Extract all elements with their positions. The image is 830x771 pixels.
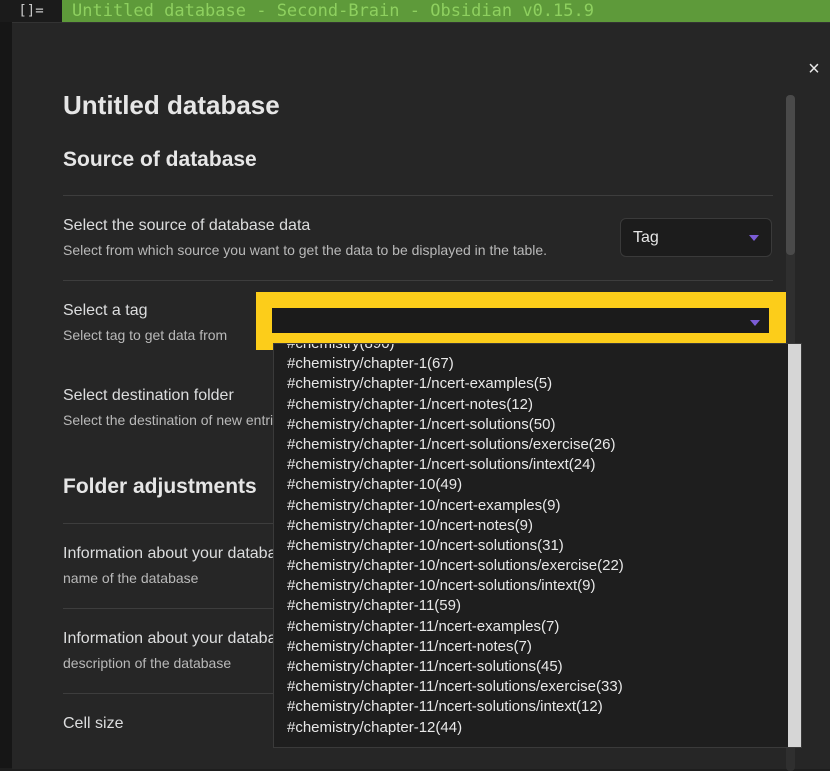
- tag-option[interactable]: #chemistry/chapter-11/ncert-examples(7): [287, 617, 787, 637]
- source-setting-desc: Select from which source you want to get…: [63, 242, 548, 258]
- info-desc-setting-desc: description of the database: [63, 655, 232, 671]
- background-app-strip: [0, 22, 12, 768]
- tag-option[interactable]: #chemistry/chapter-1/ncert-notes(12): [287, 395, 787, 415]
- tag-option[interactable]: #chemistry/chapter-1/ncert-solutions/int…: [287, 455, 787, 475]
- tag-option[interactable]: #chemistry/chapter-1/ncert-examples(5): [287, 374, 787, 394]
- source-select-value: Tag: [633, 229, 659, 246]
- chevron-down-icon: [749, 235, 759, 241]
- tag-option[interactable]: #chemistry/chapter-11(59): [287, 596, 787, 616]
- tag-option[interactable]: #chemistry/chapter-11/ncert-solutions(45…: [287, 657, 787, 677]
- source-section-heading: Source of database: [63, 148, 257, 171]
- tag-select[interactable]: [272, 308, 769, 333]
- tag-dropdown-list[interactable]: #chemistry(890) #chemistry/chapter-1(67)…: [273, 343, 802, 748]
- tag-option[interactable]: #chemistry/chapter-10/ncert-solutions(31…: [287, 536, 787, 556]
- window-title: Untitled database - Second-Brain - Obsid…: [62, 0, 830, 22]
- modal-scrollbar-thumb[interactable]: [786, 95, 795, 255]
- tag-option[interactable]: #chemistry/chapter-10/ncert-notes(9): [287, 516, 787, 536]
- tag-select-highlight: [256, 292, 786, 350]
- divider: [63, 280, 773, 281]
- tag-option[interactable]: #chemistry/chapter-1(67): [287, 354, 787, 374]
- source-select[interactable]: Tag: [620, 218, 772, 257]
- dropdown-scrollbar[interactable]: [788, 344, 801, 747]
- close-icon[interactable]: ×: [802, 57, 826, 81]
- modal-title: Untitled database: [63, 90, 280, 120]
- info-name-setting-name: Information about your database: [63, 545, 294, 562]
- tag-option[interactable]: #chemistry/chapter-12(44): [287, 718, 787, 738]
- tag-option[interactable]: #chemistry/chapter-11/ncert-notes(7): [287, 637, 787, 657]
- window-titlebar: []= Untitled database - Second-Brain - O…: [0, 0, 830, 22]
- folder-setting-desc: Select the destination of new entries: [63, 412, 288, 428]
- info-name-setting-desc: name of the database: [63, 570, 199, 586]
- tag-option[interactable]: #chemistry/chapter-10/ncert-solutions/ex…: [287, 556, 787, 576]
- tag-option[interactable]: #chemistry/chapter-10/ncert-examples(9): [287, 496, 787, 516]
- tag-option[interactable]: #chemistry/chapter-11/ncert-solutions/ex…: [287, 677, 787, 697]
- chevron-down-icon: [750, 320, 760, 326]
- window-layout-icon: []=: [18, 3, 44, 19]
- tag-option[interactable]: #chemistry(890): [287, 344, 787, 354]
- cell-size-setting-name: Cell size: [63, 715, 124, 732]
- tag-option[interactable]: #chemistry/chapter-1/ncert-solutions(50): [287, 415, 787, 435]
- folder-section-heading: Folder adjustments: [63, 475, 257, 498]
- tag-setting-desc: Select tag to get data from: [63, 327, 228, 343]
- tag-option[interactable]: #chemistry/chapter-11/ncert-solutions/in…: [287, 697, 787, 717]
- tag-option[interactable]: #chemistry/chapter-1/ncert-solutions/exe…: [287, 435, 787, 455]
- tag-option[interactable]: #chemistry/chapter-10(49): [287, 475, 787, 495]
- info-desc-setting-name: Information about your database: [63, 630, 294, 647]
- tag-setting-name: Select a tag: [63, 302, 148, 319]
- folder-setting-name: Select destination folder: [63, 387, 234, 404]
- source-setting-name: Select the source of database data: [63, 217, 311, 234]
- tag-option[interactable]: #chemistry/chapter-10/ncert-solutions/in…: [287, 576, 787, 596]
- divider: [63, 195, 773, 196]
